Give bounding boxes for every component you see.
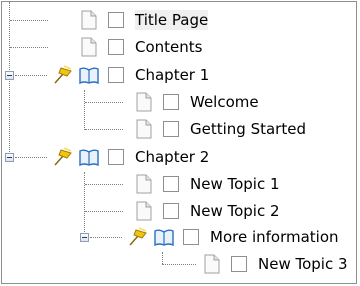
collapse-toggle[interactable]	[80, 233, 89, 242]
pin-icon	[54, 147, 72, 166]
tree-line	[15, 75, 47, 76]
tree-item-label: More information	[210, 228, 339, 246]
tree-line	[85, 102, 123, 103]
page-icon	[204, 254, 220, 274]
page-icon	[81, 10, 97, 30]
page-icon	[136, 92, 152, 112]
tree-item-contents[interactable]: Contents	[81, 37, 281, 59]
tree-line	[9, 2, 10, 162]
tree-item-chapter-2[interactable]: Chapter 2	[52, 147, 302, 169]
page-icon	[136, 119, 152, 139]
tree-item-welcome[interactable]: Welcome	[136, 92, 336, 114]
tree-item-new-topic-1[interactable]: New Topic 1	[136, 174, 336, 196]
topic-checkbox[interactable]	[108, 67, 124, 83]
tree-item-label: Getting Started	[190, 120, 306, 138]
tree-line	[90, 237, 122, 238]
tree-item-new-topic-2[interactable]: New Topic 2	[136, 201, 336, 223]
tree-item-label: New Topic 2	[190, 202, 280, 220]
book-icon	[154, 229, 174, 247]
topic-checkbox[interactable]	[163, 121, 179, 137]
tree-item-label: New Topic 3	[258, 255, 348, 273]
tree-item-title-page[interactable]: Title Page	[81, 10, 281, 32]
tree-item-new-topic-3[interactable]: New Topic 3	[204, 254, 354, 276]
tree-line	[162, 264, 196, 265]
pin-icon	[129, 227, 147, 246]
topic-checkbox[interactable]	[108, 12, 124, 28]
tree-line	[10, 47, 48, 48]
tree-item-label: Chapter 1	[135, 66, 210, 84]
topic-checkbox[interactable]	[183, 229, 199, 245]
topic-checkbox[interactable]	[108, 149, 124, 165]
collapse-toggle[interactable]	[5, 71, 14, 80]
tree-item-label: New Topic 1	[190, 175, 280, 193]
book-icon	[79, 67, 99, 85]
tree-item-getting-started[interactable]: Getting Started	[136, 119, 356, 141]
tree-line	[85, 211, 123, 212]
topic-checkbox[interactable]	[163, 176, 179, 192]
tree-item-chapter-1[interactable]: Chapter 1	[52, 65, 302, 87]
tree-line	[84, 172, 85, 236]
pin-icon	[54, 65, 72, 84]
tree-line	[10, 20, 48, 21]
tree-item-label: Title Page	[135, 10, 209, 30]
tree-item-label: Contents	[135, 38, 203, 56]
page-icon	[136, 174, 152, 194]
tree-line	[84, 90, 85, 130]
tree-item-label: Chapter 2	[135, 148, 210, 166]
tree-item-more-information[interactable]: More information	[127, 227, 357, 249]
page-icon	[136, 201, 152, 221]
topic-checkbox[interactable]	[231, 256, 247, 272]
page-icon	[81, 37, 97, 57]
book-icon	[79, 149, 99, 167]
topic-checkbox[interactable]	[108, 39, 124, 55]
topic-checkbox[interactable]	[163, 203, 179, 219]
tree-line	[85, 129, 123, 130]
collapse-toggle[interactable]	[5, 153, 14, 162]
tree-item-label: Welcome	[190, 93, 259, 111]
topic-checkbox[interactable]	[163, 94, 179, 110]
tree-line	[85, 184, 123, 185]
tree-line	[15, 157, 47, 158]
topic-tree-panel: Title Page Contents Chapter 1 Welcome Ge…	[1, 1, 357, 284]
tree-line	[162, 252, 163, 264]
